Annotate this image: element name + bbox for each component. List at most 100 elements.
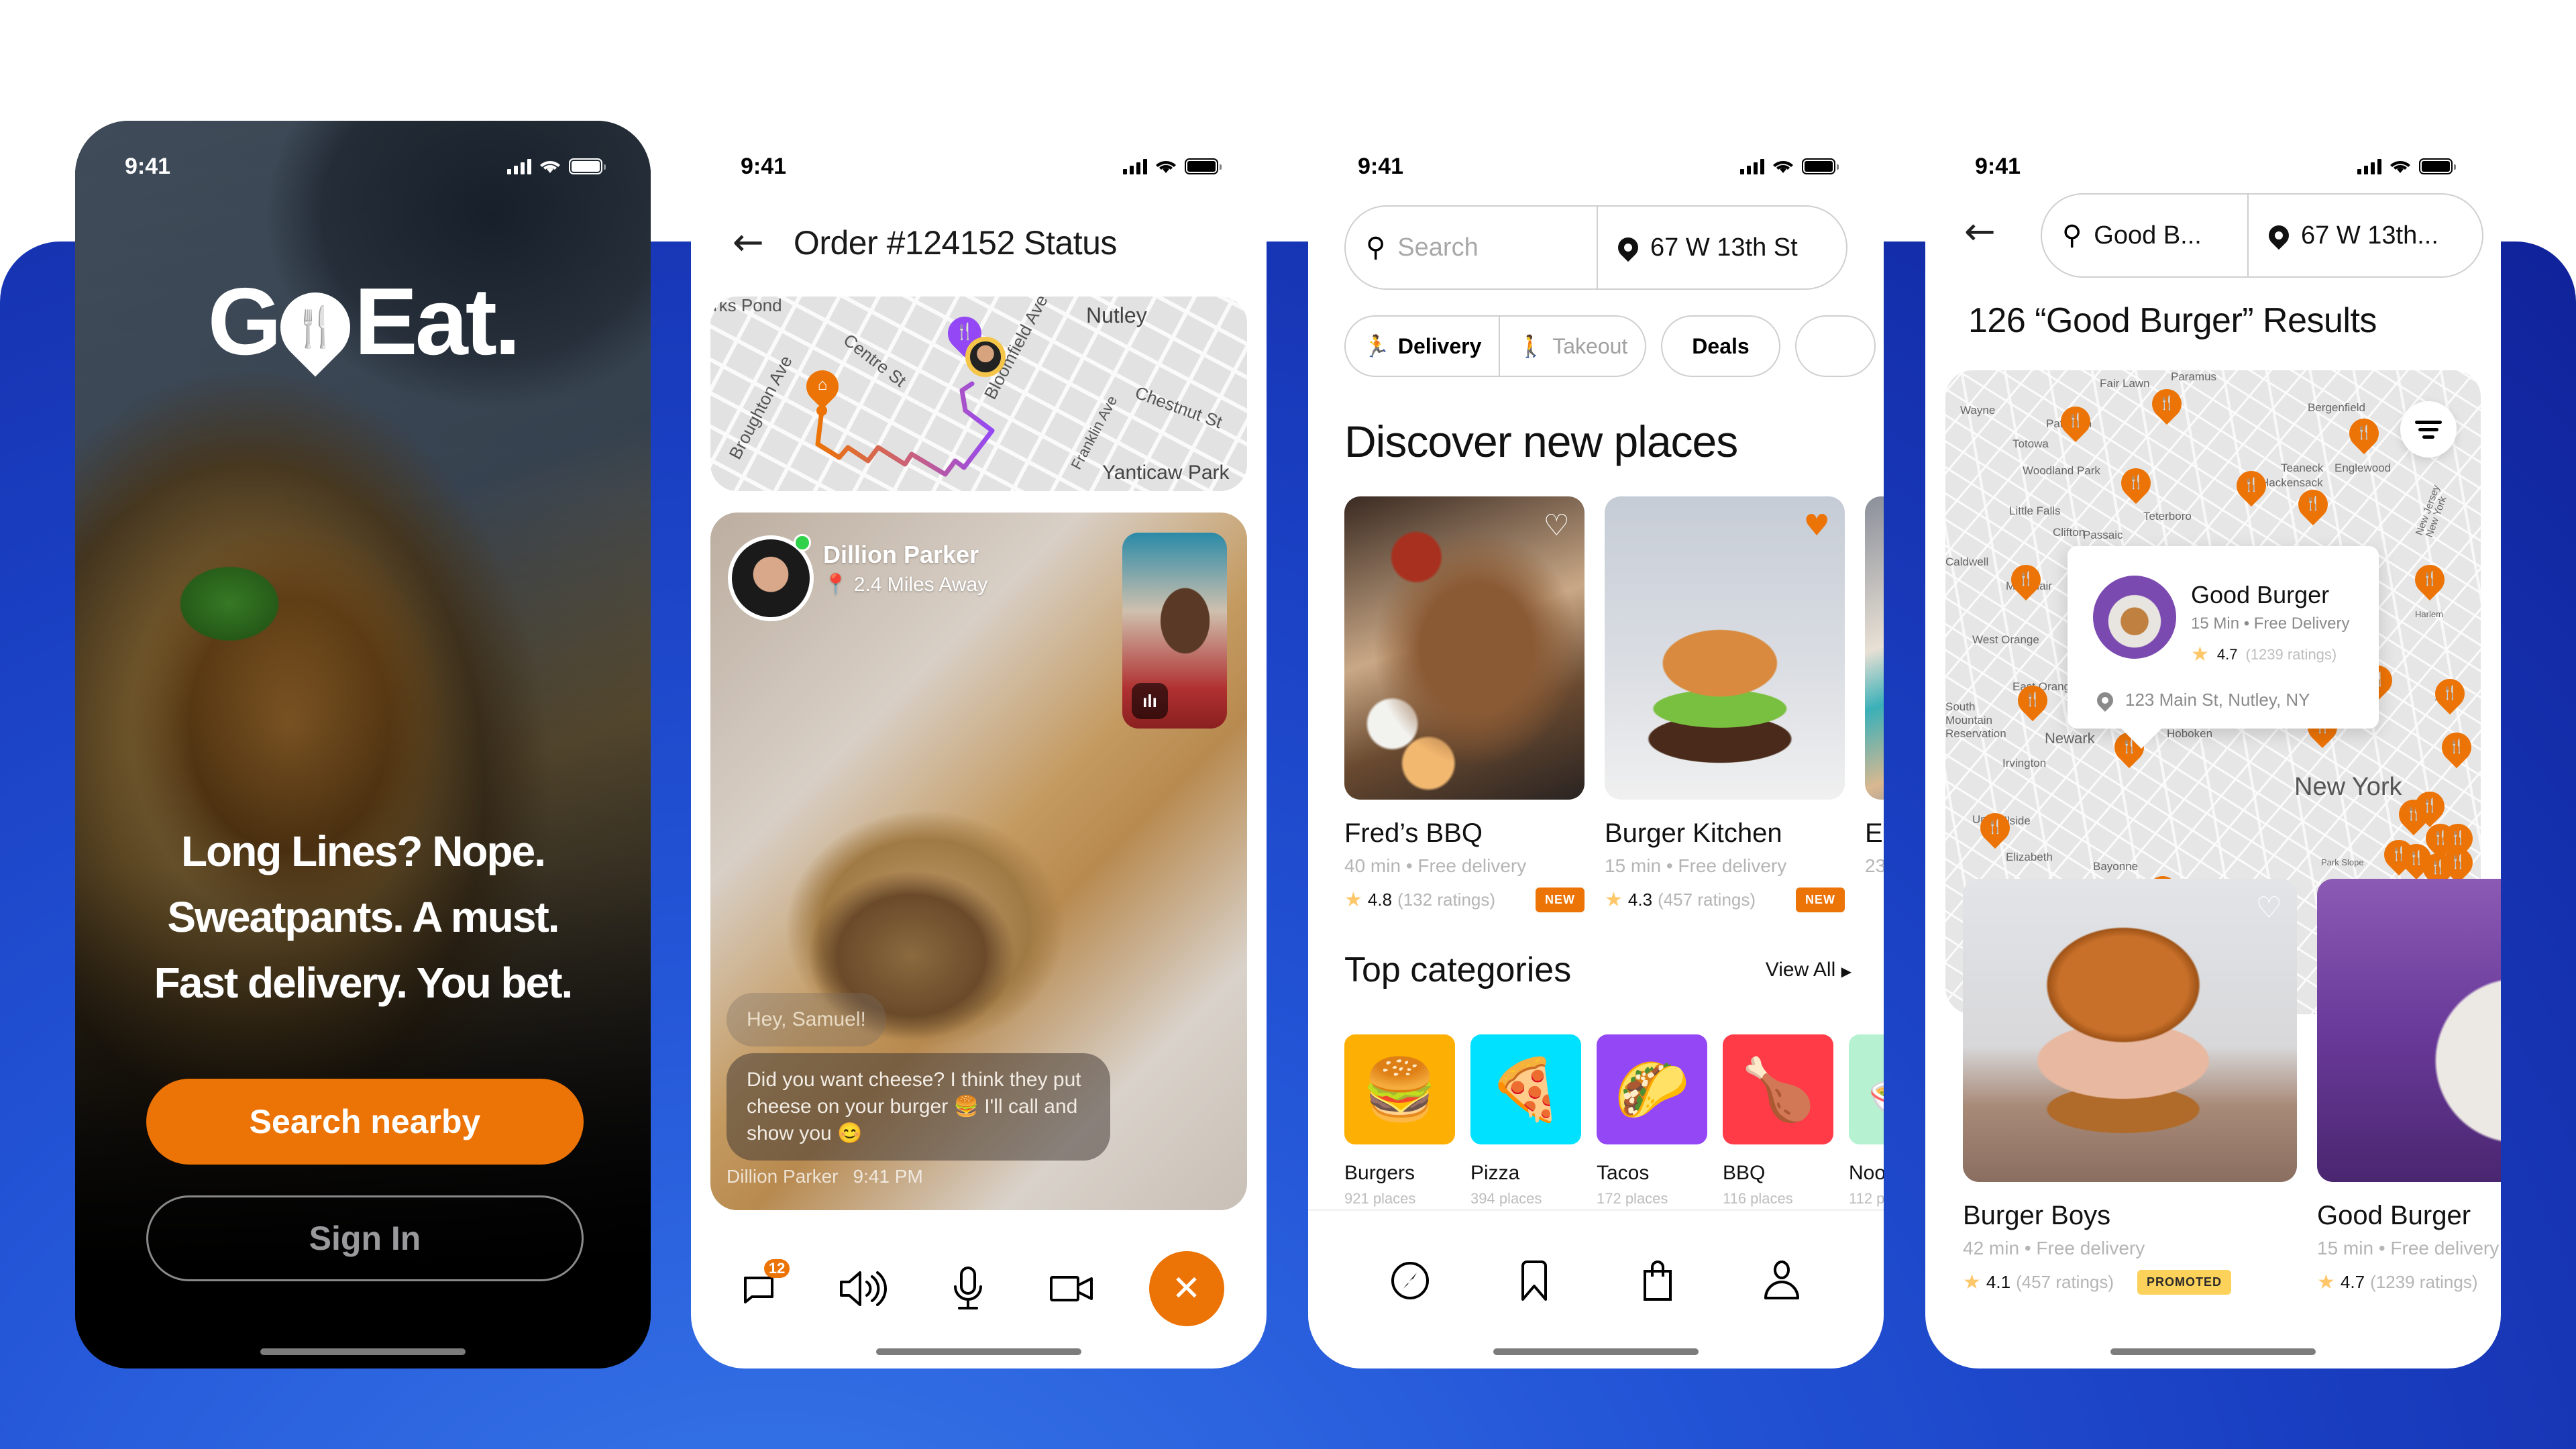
noodles-icon: 🍜 <box>1849 1034 1884 1144</box>
phone-welcome-screen: 9:41 G 🍴 Eat. Long Lines? Nope. Sweatpan… <box>75 121 651 1368</box>
place-card[interactable]: ♥ Burger Kitchen 15 min • Free delivery … <box>1605 496 1845 912</box>
speaker-button[interactable] <box>837 1262 891 1316</box>
self-camera-preview[interactable]: ılı <box>1122 533 1227 729</box>
place-card[interactable]: Em 23 <box>1865 496 1884 912</box>
online-status-dot <box>794 534 811 551</box>
filter-button[interactable] <box>2400 401 2457 458</box>
go-eat-logo: G 🍴 Eat. <box>75 267 651 377</box>
fork-knife-icon: 🍴 <box>2421 798 2438 813</box>
house-icon: ⌂ <box>817 376 828 394</box>
delivery-person-icon: 🏃 <box>1363 334 1390 358</box>
status-bar: 9:41 <box>1308 146 1884 186</box>
status-bar: 9:41 <box>1925 146 2501 186</box>
results-carousel: ♡ Burger Boys 42 min • Free delivery ★ 4.… <box>1963 879 2501 1295</box>
star-icon: ★ <box>2191 643 2209 666</box>
call-controls: 12 ✕ <box>691 1245 1267 1332</box>
compass-icon <box>1391 1262 1430 1299</box>
chevron-right-icon: ▶ <box>1841 965 1851 979</box>
fork-knife-icon: 🍴 <box>1986 820 2004 835</box>
heart-outline-icon[interactable]: ♡ <box>2256 894 2282 923</box>
chat-message: Hey, Samuel! <box>727 993 886 1046</box>
location-pin-icon <box>2094 688 2116 712</box>
new-badge: NEW <box>1796 888 1845 912</box>
wifi-icon <box>540 161 560 173</box>
drumstick-icon: 🍗 <box>1723 1034 1833 1144</box>
result-card[interactable]: Good Burger 15 min • Free delivery ★ 4.7(… <box>2317 879 2501 1295</box>
category-pizza[interactable]: 🍕 Pizza 394 places <box>1470 1034 1581 1208</box>
video-button[interactable] <box>1045 1262 1099 1316</box>
fork-knife-icon: 🍴 <box>2067 413 2084 428</box>
home-indicator[interactable] <box>260 1348 466 1355</box>
fork-knife-icon: 🍴 <box>2421 572 2438 586</box>
search-icon: ⚲ <box>2062 220 2082 251</box>
home-indicator[interactable] <box>876 1348 1081 1355</box>
microphone-button[interactable] <box>941 1262 995 1316</box>
wifi-icon <box>1773 161 1793 173</box>
categories-list: 🍔 Burgers 921 places 🍕 Pizza 394 places 🌮 Tac… <box>1344 1034 1884 1208</box>
more-chip[interactable] <box>1794 315 1876 377</box>
result-image <box>2317 879 2501 1182</box>
delivery-route-map[interactable]: rks Pond Broughton Ave Centre St Bloomfi… <box>710 297 1247 491</box>
promoted-badge: PROMOTED <box>2137 1270 2231 1295</box>
view-all-link[interactable]: View All ▶ <box>1766 959 1851 981</box>
unread-badge: 12 <box>763 1259 790 1278</box>
category-burgers[interactable]: 🍔 Burgers 921 places <box>1344 1034 1455 1208</box>
microphone-icon <box>953 1267 982 1309</box>
home-indicator[interactable] <box>2110 1348 2316 1355</box>
search-input[interactable]: ⚲ Good B... <box>2042 195 2247 276</box>
deals-chip[interactable]: Deals <box>1661 315 1780 377</box>
section-title: Discover new places <box>1344 417 1738 466</box>
tab-explore[interactable] <box>1383 1254 1437 1307</box>
category-tacos[interactable]: 🌮 Tacos 172 places <box>1597 1034 1707 1208</box>
category-bbq[interactable]: 🍗 BBQ 116 places <box>1723 1034 1833 1208</box>
heart-filled-icon[interactable]: ♥ <box>1804 511 1830 541</box>
sign-in-button[interactable]: Sign In <box>146 1195 584 1281</box>
speaker-icon <box>840 1271 888 1306</box>
tab-orders[interactable] <box>1631 1254 1684 1307</box>
back-arrow-icon[interactable]: ← <box>1964 213 1996 251</box>
heart-outline-icon[interactable]: ♡ <box>1544 511 1570 541</box>
status-time: 9:41 <box>125 153 171 179</box>
restaurant-popup[interactable]: Good Burger 15 Min • Free Delivery ★ 4.7(… <box>2068 546 2379 749</box>
results-title: 126 “Good Burger” Results <box>1968 301 2377 340</box>
chat-message: Did you want cheese? I think they put ch… <box>727 1053 1110 1161</box>
category-noodles[interactable]: 🍜Noodles112 places <box>1849 1034 1884 1208</box>
driver-name: Dillion Parker <box>823 541 979 568</box>
result-card[interactable]: ♡ Burger Boys 42 min • Free delivery ★ 4.… <box>1963 879 2297 1295</box>
location-input[interactable]: 67 W 13th... <box>2249 195 2459 276</box>
fork-knife-icon: 🍴 <box>2017 572 2035 586</box>
tab-saved[interactable] <box>1507 1254 1561 1307</box>
signal-icon <box>2357 158 2381 174</box>
categories-title: Top categories <box>1344 951 1572 989</box>
delivery-chip[interactable]: 🏃 Delivery <box>1346 317 1499 376</box>
takeout-chip[interactable]: 🚶 Takeout <box>1500 317 1645 376</box>
search-nearby-button[interactable]: Search nearby <box>146 1079 584 1165</box>
search-bar: ⚲ Good B... 67 W 13th... <box>2041 193 2483 278</box>
video-camera-icon <box>1049 1276 1093 1301</box>
location-input[interactable]: 67 W 13th St <box>1598 207 1818 288</box>
status-time: 9:41 <box>1358 153 1404 179</box>
signal-icon <box>1740 158 1764 174</box>
status-bar: 9:41 <box>691 146 1267 186</box>
fork-knife-icon: 🍴 <box>2449 830 2467 845</box>
driver-distance: 📍 2.4 Miles Away <box>823 574 988 596</box>
end-call-button[interactable]: ✕ <box>1148 1251 1224 1326</box>
restaurant-avatar <box>2093 576 2176 659</box>
search-icon: ⚲ <box>1366 232 1386 263</box>
fork-knife-icon: 🍴 <box>2024 692 2041 707</box>
home-indicator[interactable] <box>1493 1348 1699 1355</box>
audio-level-icon: ılı <box>1132 683 1168 719</box>
place-card[interactable]: ♡ Fred’s BBQ 40 min • Free delivery ★ 4.8… <box>1344 496 1585 912</box>
location-pin-icon <box>1613 233 1643 262</box>
courier-avatar <box>965 337 1006 377</box>
back-arrow-icon[interactable]: ← <box>733 224 764 262</box>
fork-knife-icon: 🍴 <box>2449 855 2467 869</box>
tab-profile[interactable] <box>1755 1254 1809 1307</box>
chat-button[interactable]: 12 <box>733 1259 790 1316</box>
pizza-icon: 🍕 <box>1470 1034 1581 1144</box>
status-time: 9:41 <box>1975 153 2021 179</box>
battery-icon <box>2419 158 2456 174</box>
status-bar: 9:41 <box>75 146 651 186</box>
wifi-icon <box>1156 161 1176 173</box>
search-input[interactable]: ⚲ Search <box>1346 207 1597 288</box>
